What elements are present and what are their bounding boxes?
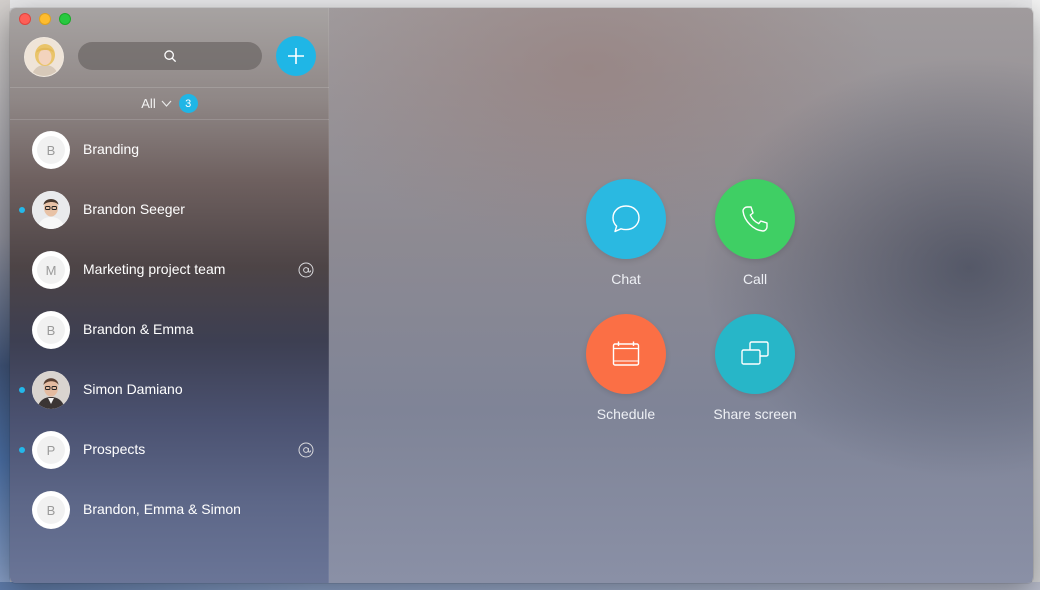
desktop-bottom (0, 582, 1040, 590)
conversation-name: Brandon, Emma & Simon (83, 501, 241, 517)
calendar-icon (612, 341, 640, 366)
conversation-item[interactable]: B Branding (10, 120, 329, 180)
user-photo-icon (32, 191, 70, 229)
conversation-list: B Branding Brandon Seeger M Marketing pr… (10, 120, 329, 540)
search-icon (164, 50, 176, 62)
avatar-initial: B (37, 136, 65, 164)
call-label: Call (742, 271, 768, 287)
avatar (32, 191, 70, 229)
avatar: P (32, 431, 70, 469)
avatar: B (32, 491, 70, 529)
share-screen-label: Share screen (713, 406, 797, 422)
window-controls (19, 13, 71, 25)
share-screen-icon (741, 341, 769, 365)
main-panel: Chat Call Schedule Share screen (329, 8, 1033, 583)
mention-icon (298, 262, 314, 278)
user-photo-icon (32, 371, 70, 409)
conversation-name: Brandon & Emma (83, 321, 194, 337)
phone-icon (742, 206, 768, 232)
avatar-initial: P (37, 436, 65, 464)
avatar-initial: B (37, 496, 65, 524)
chevron-down-icon[interactable] (161, 100, 172, 107)
close-window-button[interactable] (19, 13, 31, 25)
conversation-name: Marketing project team (83, 261, 226, 277)
unread-indicator (19, 207, 25, 213)
plus-icon (288, 48, 304, 64)
avatar: B (32, 311, 70, 349)
avatar-initial: B (37, 316, 65, 344)
conversation-name: Branding (83, 141, 140, 157)
avatar: M (32, 251, 70, 289)
desktop-top (0, 0, 1040, 8)
conversation-item[interactable]: Simon Damiano (10, 360, 329, 420)
background-window (1032, 0, 1040, 590)
filter-bar[interactable]: All 3 (10, 87, 329, 120)
schedule-action[interactable]: Schedule (571, 314, 681, 422)
filter-label: All (141, 96, 156, 111)
conversation-item[interactable]: B Brandon & Emma (10, 300, 329, 360)
conversation-name: Brandon Seeger (83, 201, 185, 217)
conversation-item[interactable]: Brandon Seeger (10, 180, 329, 240)
chat-action[interactable]: Chat (571, 179, 681, 287)
call-action[interactable]: Call (700, 179, 810, 287)
app-window: All 3 B Branding Brandon Seeger M Market… (10, 8, 1033, 583)
share-screen-action[interactable]: Share screen (700, 314, 810, 422)
mention-icon (298, 442, 314, 458)
minimize-window-button[interactable] (39, 13, 51, 25)
add-button[interactable] (276, 36, 316, 76)
chat-label: Chat (611, 271, 641, 287)
conversation-item[interactable]: B Brandon, Emma & Simon (10, 480, 329, 540)
avatar: B (32, 131, 70, 169)
schedule-button[interactable] (586, 314, 666, 394)
conversation-name: Simon Damiano (83, 381, 183, 397)
zoom-window-button[interactable] (59, 13, 71, 25)
unread-indicator (19, 387, 25, 393)
schedule-label: Schedule (596, 406, 656, 422)
avatar (32, 371, 70, 409)
chat-bubble-icon (612, 205, 640, 233)
conversation-item[interactable]: P Prospects (10, 420, 329, 480)
unread-count-badge: 3 (178, 94, 198, 113)
conversation-name: Prospects (83, 441, 146, 457)
share-screen-button[interactable] (715, 314, 795, 394)
user-avatar-photo (25, 38, 63, 76)
unread-indicator (19, 447, 25, 453)
avatar-initial: M (37, 256, 65, 284)
desktop-wallpaper (0, 0, 10, 590)
search-bar[interactable] (78, 42, 262, 70)
chat-button[interactable] (586, 179, 666, 259)
conversation-item[interactable]: M Marketing project team (10, 240, 329, 300)
call-button[interactable] (715, 179, 795, 259)
sidebar: All 3 B Branding Brandon Seeger M Market… (10, 8, 329, 583)
user-avatar[interactable] (24, 37, 64, 77)
